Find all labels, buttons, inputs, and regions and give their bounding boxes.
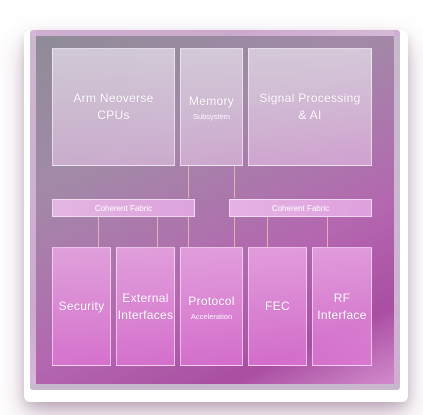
block-title: Memory [188, 94, 235, 108]
block-security: Security [52, 247, 111, 366]
block-title: FEC [265, 299, 290, 313]
coherent-fabric-right: Coherent Fabric [229, 199, 372, 217]
block-signal-processing-ai: Signal Processing & AI [248, 48, 372, 166]
block-protocol-acceleration: Protocol Acceleration [180, 247, 243, 366]
block-external-interfaces: External Interfaces [116, 247, 175, 366]
connector-line [234, 166, 235, 198]
connector-line [267, 217, 268, 247]
block-title: Signal Processing & AI [259, 91, 361, 122]
block-title: Security [58, 299, 105, 313]
block-subtitle: Acceleration [190, 311, 233, 321]
connector-line [188, 217, 189, 247]
connector-line [157, 217, 158, 247]
connector-line [327, 217, 328, 247]
coherent-fabric-left: Coherent Fabric [52, 199, 195, 217]
connector-line [234, 217, 235, 247]
block-title: RF Interface [317, 290, 367, 322]
block-fec: FEC [248, 247, 307, 366]
connector-line [188, 166, 189, 198]
block-title: External Interfaces [117, 290, 174, 322]
block-rf-interface: RF Interface [312, 247, 372, 366]
block-title: Protocol [188, 293, 235, 308]
block-arm-neoverse-cpus: Arm Neoverse CPUs [52, 48, 175, 166]
connector-line [98, 217, 99, 247]
block-subtitle: Subsystem [192, 112, 231, 121]
block-memory-subsystem: Memory Subsystem [180, 48, 243, 166]
block-title: Arm Neoverse CPUs [73, 91, 154, 122]
